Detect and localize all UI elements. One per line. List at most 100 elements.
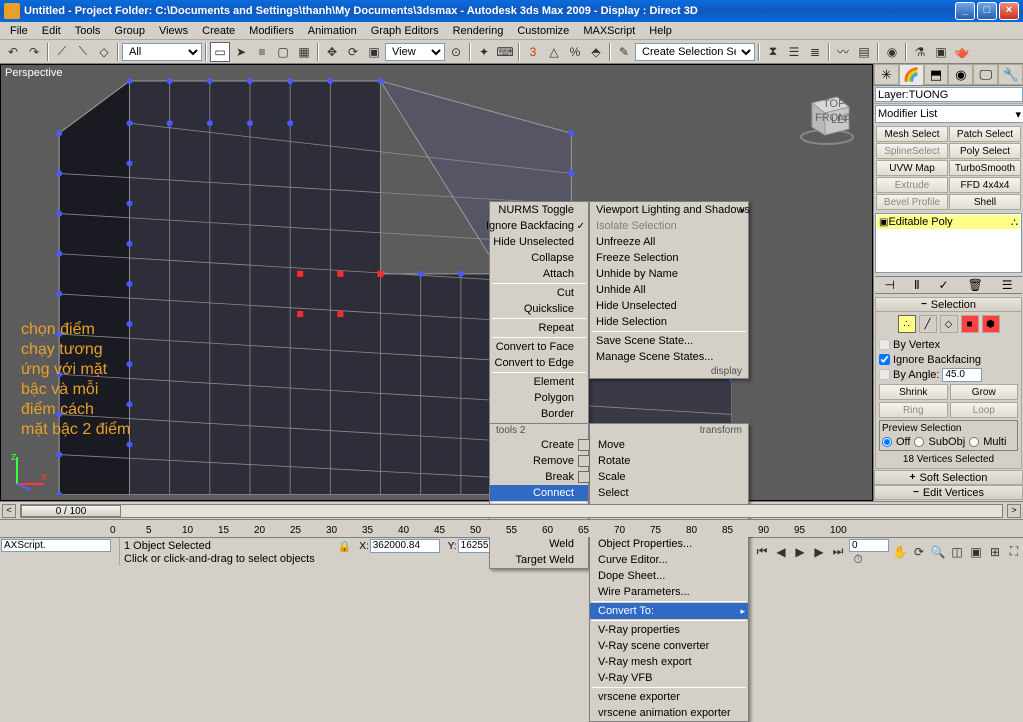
current-frame-input[interactable]: 0: [849, 539, 889, 552]
tab-display[interactable]: 🖵: [973, 64, 998, 85]
shrink-button[interactable]: Shrink: [879, 384, 948, 400]
play-button[interactable]: ▶: [791, 543, 809, 561]
timeslider-right[interactable]: >: [1007, 504, 1021, 518]
ctx-convertto[interactable]: Convert To:: [590, 603, 748, 619]
menu-grapheditors[interactable]: Graph Editors: [365, 25, 445, 37]
percent-snap-button[interactable]: %: [565, 42, 585, 62]
rotate-button[interactable]: ⟳: [343, 42, 363, 62]
subobj-polygon-icon[interactable]: ■: [961, 315, 979, 333]
ctx-scale[interactable]: Scale: [590, 469, 748, 485]
named-sel-button[interactable]: ✎: [614, 42, 634, 62]
btn-polyselect[interactable]: Poly Select: [949, 143, 1021, 159]
goto-end-button[interactable]: ⏭: [829, 543, 847, 561]
ctx-convface[interactable]: Convert to Face: [490, 339, 588, 355]
ctx-vrayscene[interactable]: V-Ray scene converter: [590, 638, 748, 654]
viewport[interactable]: Perspective: [0, 64, 873, 501]
rollout-editvertices-header[interactable]: Edit Vertices: [874, 485, 1023, 500]
mirror-button[interactable]: ⧗: [763, 42, 783, 62]
select-arrow-button[interactable]: ➤: [231, 42, 251, 62]
subobj-border-icon[interactable]: ◇: [940, 315, 958, 333]
angle-snap-button[interactable]: △: [544, 42, 564, 62]
track-ruler[interactable]: 0510152025303540455055606570758085909510…: [0, 519, 1023, 537]
ctx-convedge[interactable]: Convert to Edge: [490, 355, 588, 371]
zoom-all-button[interactable]: ⊞: [986, 543, 1004, 561]
select-by-name-button[interactable]: ≡: [252, 42, 272, 62]
preview-off-radio[interactable]: [882, 437, 892, 447]
ctx-vrsceneanim[interactable]: vrscene animation exporter: [590, 705, 748, 721]
tab-hierarchy[interactable]: ⬒: [924, 64, 949, 85]
goto-start-button[interactable]: ⏮: [753, 543, 771, 561]
material-button[interactable]: ◉: [882, 42, 902, 62]
preview-multi-radio[interactable]: [969, 437, 979, 447]
refcoord-combo[interactable]: View: [385, 43, 445, 61]
render-fb-button[interactable]: ▣: [931, 42, 951, 62]
bind-button[interactable]: ◇: [94, 42, 114, 62]
undo-button[interactable]: ↶: [3, 42, 23, 62]
preview-subobj-radio[interactable]: [914, 437, 924, 447]
render-setup-button[interactable]: ⚗: [910, 42, 930, 62]
subobj-element-icon[interactable]: ⬢: [982, 315, 1000, 333]
subobj-vertex-icon[interactable]: ∴: [898, 315, 916, 333]
btn-ffd[interactable]: FFD 4x4x4: [949, 177, 1021, 193]
menu-modifiers[interactable]: Modifiers: [243, 25, 300, 37]
unlink-button[interactable]: ⟍: [73, 42, 93, 62]
tab-modify[interactable]: 🌈: [899, 64, 924, 85]
btn-shell[interactable]: Shell: [949, 194, 1021, 210]
ctx-vrayvfb[interactable]: V-Ray VFB: [590, 670, 748, 686]
next-frame-button[interactable]: ▶: [810, 543, 828, 561]
selection-filter-combo[interactable]: All: [122, 43, 202, 61]
ctx-unfreezeall[interactable]: Unfreeze All: [590, 234, 748, 250]
menu-create[interactable]: Create: [196, 25, 241, 37]
manip-button[interactable]: ✦: [474, 42, 494, 62]
ctx-break[interactable]: Break: [490, 469, 588, 485]
ctx-rotate[interactable]: Rotate: [590, 453, 748, 469]
maximize-vp-button[interactable]: ⛶: [1005, 543, 1023, 561]
ctx-managescene[interactable]: Manage Scene States...: [590, 349, 748, 365]
ctx-wire[interactable]: Wire Parameters...: [590, 584, 748, 600]
window-crossing-button[interactable]: ▦: [294, 42, 314, 62]
ctx-nurms[interactable]: NURMS Toggle: [490, 202, 588, 218]
align-button[interactable]: ☰: [784, 42, 804, 62]
ctx-hideunsel2[interactable]: Hide Unselected: [590, 298, 748, 314]
rollout-selection-header[interactable]: Selection: [875, 297, 1022, 312]
btn-patchselect[interactable]: Patch Select: [949, 126, 1021, 142]
modifier-list-combo[interactable]: Modifier List: [875, 105, 1023, 123]
redo-button[interactable]: ↷: [24, 42, 44, 62]
maximize-button[interactable]: □: [977, 2, 997, 20]
ctx-isolate[interactable]: Isolate Selection: [590, 218, 748, 234]
snap-button[interactable]: 3: [523, 42, 543, 62]
menu-customize[interactable]: Customize: [511, 25, 575, 37]
btn-uvwmap[interactable]: UVW Map: [876, 160, 948, 176]
show-end-icon[interactable]: Ⅱ: [914, 278, 920, 292]
maxscript-input[interactable]: [1, 539, 111, 552]
coord-x[interactable]: 362000.84: [370, 539, 440, 553]
menu-tools[interactable]: Tools: [69, 25, 107, 37]
ctx-freezesel[interactable]: Freeze Selection: [590, 250, 748, 266]
ignorebackfacing-check[interactable]: [879, 354, 890, 365]
ctx-dope[interactable]: Dope Sheet...: [590, 568, 748, 584]
stack-editablepoly[interactable]: ▣ Editable Poly∴: [877, 215, 1020, 229]
minimize-button[interactable]: _: [955, 2, 975, 20]
ctx-objprops[interactable]: Object Properties...: [590, 536, 748, 552]
layer-name-input[interactable]: [875, 87, 1023, 102]
ctx-hidesel[interactable]: Hide Selection: [590, 314, 748, 330]
ctx-savescene[interactable]: Save Scene State...: [590, 333, 748, 349]
menu-rendering[interactable]: Rendering: [447, 25, 510, 37]
tab-utilities[interactable]: 🔧: [998, 64, 1023, 85]
ctx-vrsceneexp[interactable]: vrscene exporter: [590, 689, 748, 705]
btn-meshselect[interactable]: Mesh Select: [876, 126, 948, 142]
close-button[interactable]: ×: [999, 2, 1019, 20]
move-button[interactable]: ✥: [322, 42, 342, 62]
ctx-attach[interactable]: Attach: [490, 266, 588, 282]
ctx-curveed[interactable]: Curve Editor...: [590, 552, 748, 568]
ctx-vrayprops[interactable]: V-Ray properties: [590, 622, 748, 638]
ctx-hideunsel[interactable]: Hide Unselected: [490, 234, 588, 250]
config-icon[interactable]: ☰: [1002, 278, 1013, 292]
ctx-targetweld[interactable]: Target Weld: [490, 552, 588, 568]
scale-button[interactable]: ▣: [364, 42, 384, 62]
ctx-cut[interactable]: Cut: [490, 285, 588, 301]
menu-help[interactable]: Help: [643, 25, 678, 37]
link-button[interactable]: ⟋: [52, 42, 72, 62]
timeslider-left[interactable]: <: [2, 504, 16, 518]
pin-stack-icon[interactable]: ⊣: [884, 278, 894, 292]
